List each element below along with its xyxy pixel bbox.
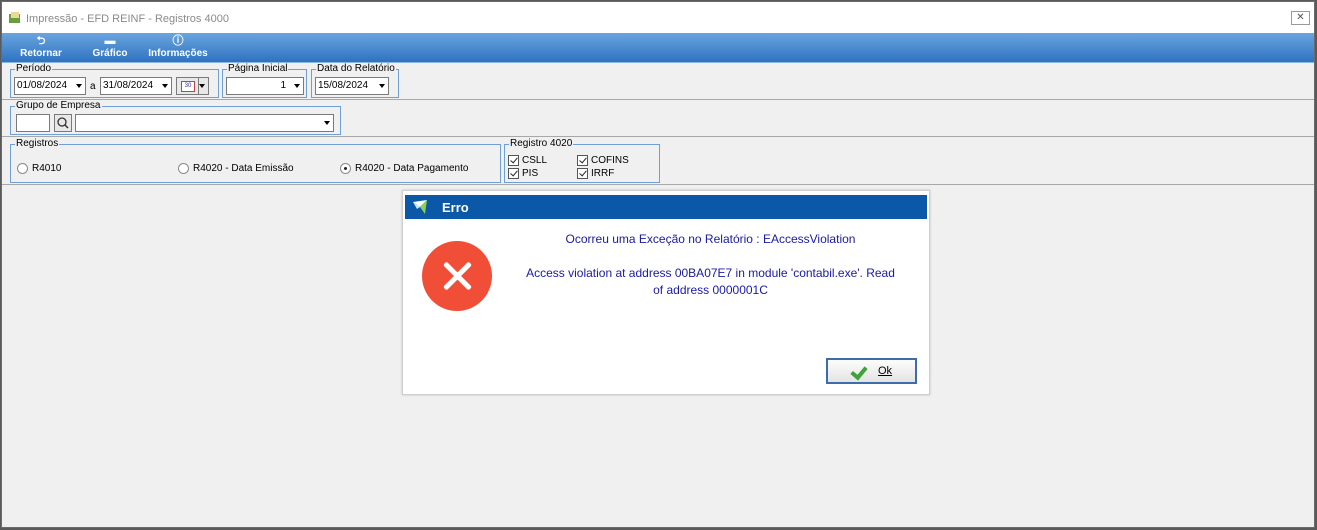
chevron-down-icon xyxy=(199,84,205,88)
registro-4020-legend: Registro 4020 xyxy=(509,138,574,149)
radio-r4020-data-emissao-label: R4020 - Data Emissão xyxy=(193,163,294,174)
chevron-down-icon xyxy=(76,84,82,88)
calendar-button[interactable]: 30 xyxy=(176,77,209,95)
dialog-title: Erro xyxy=(442,200,469,215)
checkbox-irrf-label: IRRF xyxy=(591,168,615,179)
close-button[interactable]: ✕ xyxy=(1291,11,1310,25)
error-icon xyxy=(422,241,492,311)
checkbox-pis[interactable] xyxy=(508,168,519,179)
grupo-empresa-code-input[interactable] xyxy=(16,114,50,132)
pagina-inicial-legend: Página Inicial xyxy=(227,63,289,74)
chevron-down-icon xyxy=(324,121,330,125)
logo-icon xyxy=(413,200,427,214)
checkbox-csll-label: CSLL xyxy=(522,155,548,166)
checkbox-csll[interactable] xyxy=(508,155,519,166)
search-icon xyxy=(57,117,69,129)
data-relatorio-legend: Data do Relatório xyxy=(316,63,396,74)
registro-4020-group: Registro 4020 CSLL COFINS PIS IRRF xyxy=(504,138,660,183)
calendar-icon: 30 xyxy=(181,81,195,92)
search-button[interactable] xyxy=(54,114,72,132)
divider xyxy=(2,136,1314,137)
pagina-inicial-combo[interactable]: 1 xyxy=(226,77,304,95)
pagina-inicial-value: 1 xyxy=(280,80,286,91)
return-icon: ⮌ xyxy=(36,35,46,47)
periodo-end-combo[interactable]: 31/08/2024 xyxy=(100,77,172,95)
grafico-label: Gráfico xyxy=(92,48,128,59)
checkbox-irrf[interactable] xyxy=(577,168,588,179)
radio-r4020-data-pagamento[interactable] xyxy=(340,163,351,174)
grupo-empresa-name-combo[interactable] xyxy=(75,114,334,132)
window-title: Impressão - EFD REINF - Registros 4000 xyxy=(26,13,229,25)
periodo-separator: a xyxy=(90,81,96,92)
app-icon xyxy=(9,12,20,23)
retornar-button[interactable]: ⮌ Retornar xyxy=(16,35,66,59)
periodo-group: Período 01/08/2024 a 31/08/2024 30 xyxy=(10,63,219,98)
periodo-start-value: 01/08/2024 xyxy=(17,80,68,91)
pagina-inicial-group: Página Inicial 1 xyxy=(222,63,307,98)
radio-r4020-data-emissao[interactable] xyxy=(178,163,189,174)
radio-r4010-label: R4010 xyxy=(32,163,62,174)
checkbox-cofins-label: COFINS xyxy=(591,155,629,166)
checkbox-pis-label: PIS xyxy=(522,168,539,179)
grupo-empresa-legend: Grupo de Empresa xyxy=(15,100,102,111)
data-relatorio-value: 15/08/2024 xyxy=(318,80,369,91)
chevron-down-icon xyxy=(294,84,300,88)
checkmark-icon xyxy=(850,362,868,381)
periodo-start-combo[interactable]: 01/08/2024 xyxy=(14,77,86,95)
title-bar: Impressão - EFD REINF - Registros 4000 ✕ xyxy=(2,2,1314,33)
data-relatorio-combo[interactable]: 15/08/2024 xyxy=(315,77,389,95)
toolbar: ⮌ Retornar ▬ Gráfico ⓘ Informações xyxy=(2,33,1314,63)
periodo-legend: Período xyxy=(15,63,53,74)
ok-button[interactable]: Ok xyxy=(826,358,917,384)
divider xyxy=(2,184,1314,185)
close-icon: ✕ xyxy=(1296,12,1305,23)
dialog-message-line2: of address 0000001C xyxy=(653,283,768,297)
grafico-button[interactable]: ▬ Gráfico xyxy=(88,35,132,59)
radio-r4020-data-pagamento-label: R4020 - Data Pagamento xyxy=(355,163,469,174)
grupo-empresa-group: Grupo de Empresa xyxy=(10,100,341,135)
periodo-end-value: 31/08/2024 xyxy=(103,80,154,91)
main-window: Impressão - EFD REINF - Registros 4000 ✕… xyxy=(1,1,1315,528)
registros-group: Registros R4010 R4020 - Data Emissão R40… xyxy=(10,138,501,183)
dialog-message-line1: Access violation at address 00BA07E7 in … xyxy=(526,266,895,280)
error-dialog: Erro Ocorreu uma Exceção no Relatório : … xyxy=(402,190,930,395)
radio-r4010[interactable] xyxy=(17,163,28,174)
registros-legend: Registros xyxy=(15,138,60,149)
dialog-title-bar: Erro xyxy=(405,195,927,219)
ok-label: Ok xyxy=(878,365,893,377)
informacoes-button[interactable]: ⓘ Informações xyxy=(145,35,211,59)
printer-icon: ▬ xyxy=(104,35,116,47)
checkbox-cofins[interactable] xyxy=(577,155,588,166)
divider xyxy=(2,99,1314,100)
informacoes-label: Informações xyxy=(148,48,208,59)
retornar-label: Retornar xyxy=(20,48,62,59)
chevron-down-icon xyxy=(379,84,385,88)
info-icon: ⓘ xyxy=(172,35,184,47)
data-relatorio-group: Data do Relatório 15/08/2024 xyxy=(311,63,399,98)
chevron-down-icon xyxy=(162,84,168,88)
dialog-message-title: Ocorreu uma Exceção no Relatório : EAcce… xyxy=(565,232,856,246)
